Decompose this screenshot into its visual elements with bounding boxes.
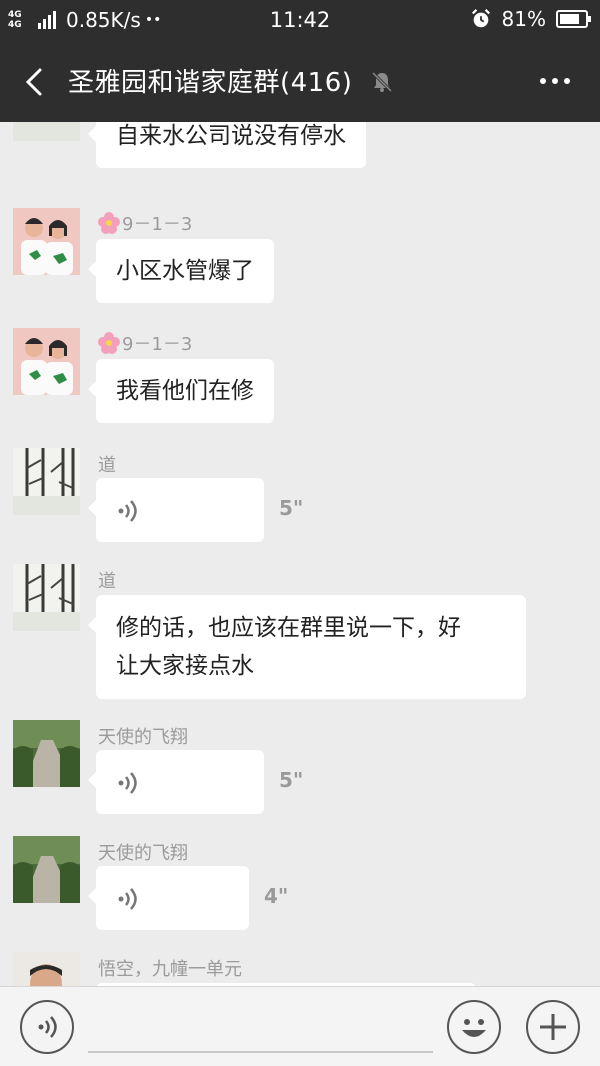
voice-wave-icon: [38, 1016, 57, 1038]
emoji-button[interactable]: [447, 1000, 501, 1054]
avatar-bamboo[interactable]: [13, 448, 80, 515]
battery-level: [560, 14, 580, 24]
group-title: 圣雅园和谐家庭群(416): [68, 68, 353, 98]
input-bar: [0, 986, 600, 1066]
more-actions-button[interactable]: [526, 1000, 580, 1054]
back-arrow-icon[interactable]: [18, 64, 54, 100]
chat-message-list[interactable]: 自来水公司说没有停水 9－1－3 小区水管爆了 9－1－3 我看他们在修 道 5…: [0, 122, 600, 986]
message-text-line: 让大家接点水: [116, 653, 254, 679]
sender-name: 9－1－3: [98, 330, 192, 356]
avatar-children[interactable]: [13, 208, 80, 275]
alarm-clock-icon: [471, 9, 490, 28]
avatar-bamboo[interactable]: [13, 122, 80, 141]
sender-name: 天使的飞翔: [98, 843, 188, 864]
sender-name: 9－1－3: [98, 210, 192, 236]
message-bubble[interactable]: 修的话，也应该在群里说一下，好 让大家接点水: [88, 595, 526, 699]
plus-icon: [540, 1014, 566, 1040]
avatar-forest-path[interactable]: [13, 720, 80, 787]
battery-percent: 81%: [501, 7, 546, 31]
voice-message-bubble[interactable]: [88, 866, 249, 930]
more-menu-icon[interactable]: [540, 78, 570, 84]
avatar-forest-path[interactable]: [13, 836, 80, 903]
message-text-line: 修的话，也应该在群里说一下，好: [116, 615, 461, 641]
sender-label: 9－1－3: [122, 214, 193, 235]
status-right: 81%: [470, 7, 591, 31]
avatar-bamboo[interactable]: [13, 564, 80, 631]
message-text: 自来水公司说没有停水: [116, 123, 346, 149]
mute-bell-icon: [371, 71, 393, 93]
message-input[interactable]: [88, 1051, 433, 1053]
smiley-icon: [462, 1019, 486, 1037]
flower-icon: [98, 332, 120, 354]
chat-header: 圣雅园和谐家庭群(416): [0, 42, 600, 122]
voice-wave-icon: [118, 500, 137, 522]
sender-name: 道: [98, 571, 116, 592]
sender-name: 道: [98, 455, 116, 476]
message-text: 我看他们在修: [116, 378, 254, 404]
status-bar: 4G 4G 0.85K/s •• 11:42 81%: [0, 0, 600, 42]
flower-icon: [98, 212, 120, 234]
avatar-children[interactable]: [13, 328, 80, 395]
voice-wave-icon: [118, 888, 137, 910]
voice-message-bubble[interactable]: [88, 750, 264, 814]
message-text: 小区水管爆了: [116, 258, 254, 284]
sender-name: 悟空，九幢一单元: [98, 959, 242, 980]
message-bubble[interactable]: 我看他们在修: [88, 359, 274, 423]
message-bubble[interactable]: 自来水公司说没有停水: [88, 122, 366, 168]
sender-label: 9－1－3: [122, 334, 193, 355]
voice-input-button[interactable]: [20, 1000, 74, 1054]
battery-icon: [556, 10, 591, 28]
message-bubble[interactable]: 小区水管爆了: [88, 239, 274, 303]
voice-wave-icon: [118, 772, 137, 794]
voice-duration: 5": [279, 496, 304, 520]
avatar-person[interactable]: [13, 952, 80, 986]
voice-message-bubble[interactable]: [88, 478, 264, 542]
voice-duration: 5": [279, 768, 304, 792]
voice-duration: 4": [264, 884, 289, 908]
sender-name: 天使的飞翔: [98, 727, 188, 748]
